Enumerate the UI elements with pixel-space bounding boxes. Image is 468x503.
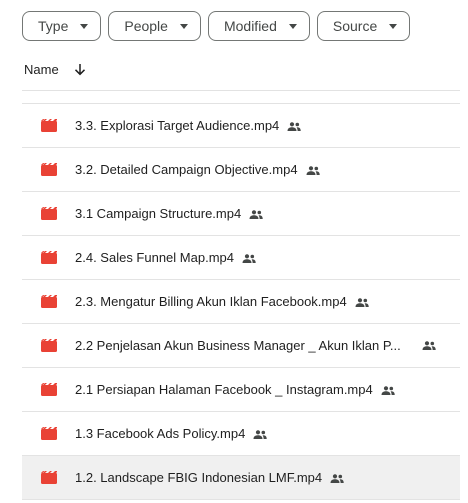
dropdown-caret-icon — [179, 23, 188, 29]
filter-source[interactable]: Source — [316, 11, 411, 41]
dropdown-caret-icon — [80, 23, 89, 29]
video-file-icon — [41, 207, 57, 220]
file-row[interactable]: 3.3. Explorasi Target Audience.mp4 — [22, 104, 460, 148]
video-file-icon — [41, 383, 57, 396]
filter-type-label: Type — [38, 18, 69, 34]
file-name[interactable]: 2.4. Sales Funnel Map.mp4 — [75, 250, 256, 265]
file-list: 3.3. Explorasi Target Audience.mp4 3.2. D… — [22, 104, 460, 500]
video-file-icon — [41, 471, 57, 484]
shared-people-icon — [287, 122, 301, 132]
filter-people[interactable]: People — [108, 11, 201, 41]
file-row[interactable]: 3.2. Detailed Campaign Objective.mp4 — [22, 148, 460, 192]
file-name[interactable]: 2.2 Penjelasan Akun Business Manager _ A… — [75, 338, 401, 353]
video-file-icon — [41, 427, 57, 440]
file-name[interactable]: 1.2. Landscape FBIG Indonesian LMF.mp4 — [75, 470, 344, 485]
arrow-down-icon[interactable] — [74, 63, 86, 76]
file-name[interactable]: 2.1 Persiapan Halaman Facebook _ Instagr… — [75, 382, 395, 397]
file-name[interactable]: 3.3. Explorasi Target Audience.mp4 — [75, 118, 301, 133]
file-row[interactable]: 2.1 Persiapan Halaman Facebook _ Instagr… — [22, 368, 460, 412]
video-file-icon — [41, 295, 57, 308]
filter-type[interactable]: Type — [22, 11, 102, 41]
shared-people-icon — [249, 210, 263, 220]
video-file-icon — [41, 119, 57, 132]
name-column-label: Name — [24, 62, 59, 77]
file-row[interactable]: 1.2. Landscape FBIG Indonesian LMF.mp4 — [22, 456, 460, 500]
video-file-icon — [41, 339, 57, 352]
file-name[interactable]: 1.3 Facebook Ads Policy.mp4 — [75, 426, 267, 441]
dropdown-caret-icon — [288, 23, 297, 29]
filter-modified[interactable]: Modified — [207, 11, 310, 41]
file-row[interactable]: 2.4. Sales Funnel Map.mp4 — [22, 236, 460, 280]
dropdown-caret-icon — [389, 23, 398, 29]
name-column-header[interactable]: Name — [24, 62, 86, 77]
filter-source-label: Source — [332, 18, 378, 34]
file-row[interactable]: 2.2 Penjelasan Akun Business Manager _ A… — [22, 324, 460, 368]
file-row[interactable]: 2.3. Mengatur Billing Akun Iklan Faceboo… — [22, 280, 460, 324]
video-file-icon — [41, 163, 57, 176]
file-name[interactable]: 2.3. Mengatur Billing Akun Iklan Faceboo… — [75, 294, 369, 309]
shared-people-icon — [242, 254, 256, 264]
filter-bar: Type People Modified Source — [22, 11, 411, 41]
shared-people-icon — [355, 298, 369, 308]
shared-people-icon — [330, 474, 344, 484]
video-file-icon — [41, 251, 57, 264]
shared-people-icon — [422, 341, 436, 350]
file-row[interactable]: 1.3 Facebook Ads Policy.mp4 — [22, 412, 460, 456]
shared-people-icon — [381, 386, 395, 396]
filter-modified-label: Modified — [223, 18, 277, 34]
file-name[interactable]: 3.1 Campaign Structure.mp4 — [75, 206, 263, 221]
shared-people-icon — [306, 166, 320, 176]
file-name[interactable]: 3.2. Detailed Campaign Objective.mp4 — [75, 162, 320, 177]
header-divider — [22, 90, 460, 91]
file-row[interactable]: 3.1 Campaign Structure.mp4 — [22, 192, 460, 236]
filter-people-label: People — [124, 18, 168, 34]
shared-people-icon — [253, 430, 267, 440]
